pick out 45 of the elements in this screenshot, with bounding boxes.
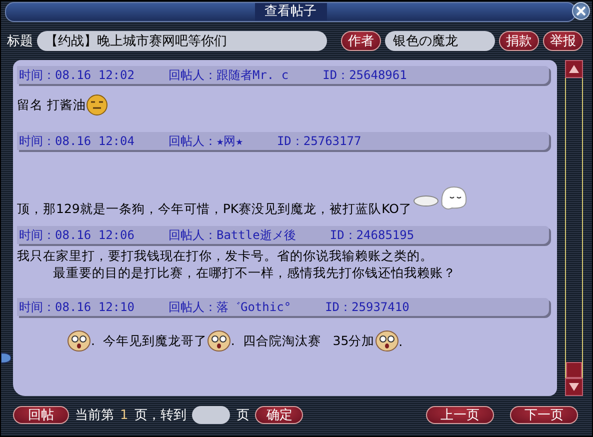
post-id: ID：25763177 — [276, 132, 362, 150]
subject-label: 标题 — [7, 33, 33, 50]
page-input-field[interactable] — [192, 406, 230, 424]
scroll-thumb[interactable] — [566, 362, 582, 378]
page-number: 1 — [120, 408, 128, 422]
post-author: 回帖人：跟随者Mr. c — [168, 66, 289, 84]
staring-face-icon — [67, 330, 91, 352]
staring-face-icon — [206, 330, 231, 352]
action-button[interactable]: 捐款 — [499, 31, 539, 51]
window-title: 查看帖子 — [254, 3, 326, 21]
down-arrow-icon — [569, 383, 579, 391]
up-arrow-icon — [569, 65, 579, 73]
post-text: 最重要的目的是打比赛，在哪打不一样，感情我先打你钱还怕我赖账？ — [53, 265, 456, 282]
post-id: ID：24685195 — [330, 226, 414, 244]
post-time: 时间：08.16 12:04 — [19, 132, 134, 150]
page-label: 页 — [236, 407, 250, 424]
post-text: 顶，那129就是一条狗，今年可惜，PK赛没见到魔龙，被打蓝队KO了 — [17, 201, 412, 218]
scroll-down-button[interactable] — [565, 378, 583, 396]
author-field: 银色の魔龙 — [385, 31, 495, 51]
close-button[interactable] — [572, 2, 590, 20]
post-author: 回帖人：★网★ — [168, 132, 243, 150]
post-text: . 四合院淘汰赛 35分加 — [230, 332, 375, 350]
post-text: . 今年见到魔龙哥了 — [91, 332, 207, 350]
goto-label: 页，转到 — [134, 407, 186, 424]
previous-page-button[interactable]: 上一页 — [426, 406, 494, 424]
post-id: ID：25648961 — [322, 66, 407, 84]
scroll-up-button[interactable] — [565, 60, 583, 78]
subject-field: 【约战】晚上城市赛网吧等你们 — [37, 31, 327, 51]
current-page-label: 当前第 — [75, 407, 114, 424]
confirm-button[interactable]: 确定 — [255, 406, 304, 424]
post-author: 回帖人：落゛Gothic° — [168, 298, 292, 316]
author-button[interactable]: 作者 — [341, 31, 381, 51]
staring-face-icon — [374, 330, 399, 352]
post-time: 时间：08.16 12:06 — [19, 226, 134, 244]
post-time: 时间：08.16 12:10 — [19, 298, 134, 316]
post-text: . — [398, 334, 403, 348]
post-author: 回帖人：Battle逝メ後 — [168, 226, 296, 244]
post-text: 我只在家里打，要打我钱现在打你，发卡号。省的你说我输赖账之类的。 — [17, 248, 433, 265]
post-id: ID：25937410 — [325, 298, 410, 316]
next-page-button[interactable]: 下一页 — [510, 406, 578, 424]
post-time: 时间：08.16 12:02 — [19, 66, 134, 84]
action-button[interactable]: 举报 — [543, 31, 583, 51]
close-icon — [576, 6, 586, 16]
post-text: 留名 打酱油 — [17, 96, 86, 114]
reply-button[interactable]: 回帖 — [13, 406, 69, 424]
